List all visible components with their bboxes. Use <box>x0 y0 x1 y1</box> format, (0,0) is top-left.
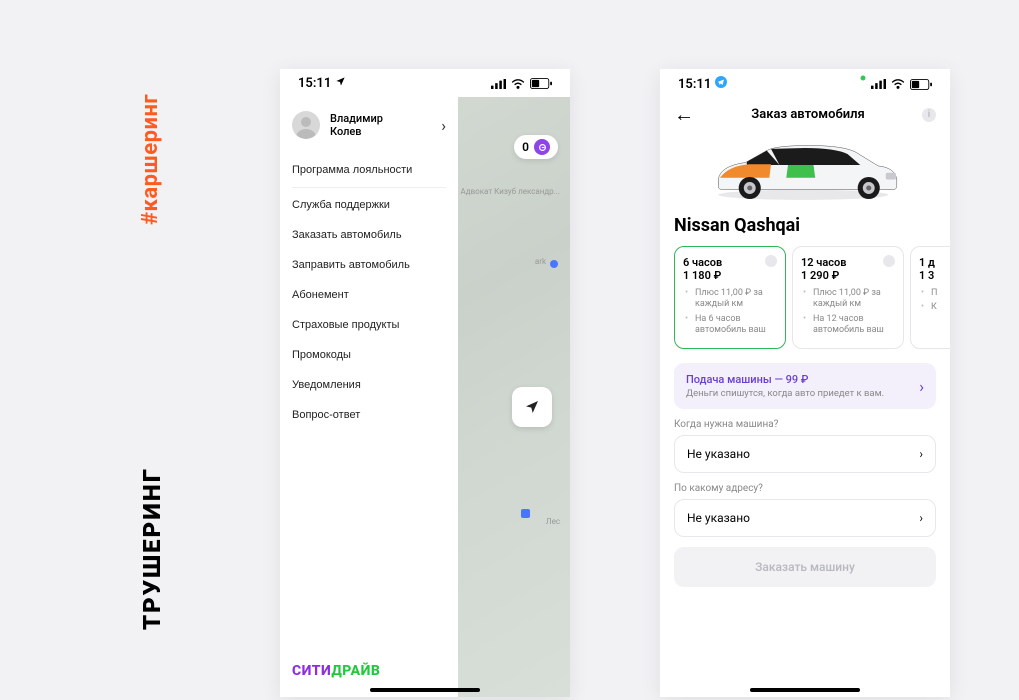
wifi-icon <box>891 79 905 89</box>
signal-icon <box>491 79 506 89</box>
page-title: Заказ автомобиля <box>694 107 922 122</box>
tariff-list[interactable]: 6 часов 1 180 ₽ Плюс 11,00 ₽ за каждый к… <box>660 246 950 349</box>
map-marker <box>550 260 558 268</box>
tariff-detail: Плюс 11,00 ₽ за каждый км <box>691 288 777 311</box>
tariff-price: 1 290 ₽ <box>801 269 895 282</box>
where-label: По какому адресу? <box>660 483 950 499</box>
when-label: Когда нужна машина? <box>660 419 950 435</box>
delivery-option[interactable]: Подача машины — 99 ₽ Деньги спишутся, ко… <box>674 363 936 409</box>
map-marker <box>521 509 530 518</box>
delivery-subtitle: Деньги спишутся, когда авто приедет к ва… <box>686 388 884 399</box>
map-poi-label: ark <box>535 257 546 266</box>
home-indicator <box>370 688 480 692</box>
menu-refuel[interactable]: Заправить автомобиль <box>292 250 446 280</box>
car-image <box>660 133 950 211</box>
tariff-detail: Плюс 11,00 ₽ за каждый км <box>809 288 895 311</box>
map-poi-label: Лес <box>546 517 560 526</box>
menu-drawer: Владимир Колев › Программа лояльности Сл… <box>280 97 458 697</box>
status-time: 15:11 <box>678 77 711 92</box>
home-indicator <box>750 688 860 692</box>
phone-order-screenshot: 15:11 ← Заказ автомобиля i Ni <box>660 69 950 697</box>
topbar: ← Заказ автомобиля i <box>660 96 950 133</box>
menu-support[interactable]: Служба поддержки <box>292 190 446 220</box>
where-value: Не указано <box>687 511 750 525</box>
menu-order-car[interactable]: Заказать автомобиль <box>292 220 446 250</box>
menu-faq[interactable]: Вопрос-ответ <box>292 400 446 430</box>
when-value: Не указано <box>687 447 750 461</box>
tariff-detail: На 6 часов автомобиль ваш <box>691 314 777 337</box>
phone-menu-screenshot: 15:11 Адвокат Кизуб лександр... ark Лес … <box>280 69 570 697</box>
chevron-right-icon: › <box>919 377 924 396</box>
info-icon[interactable] <box>883 255 895 267</box>
info-icon[interactable]: i <box>922 108 936 122</box>
brand-logo: СИТИДРАЙВ <box>292 663 380 679</box>
map-poi-label: Адвокат Кизуб лександр... <box>461 187 560 196</box>
profile-row[interactable]: Владимир Колев › <box>292 105 446 149</box>
tariff-6h[interactable]: 6 часов 1 180 ₽ Плюс 11,00 ₽ за каждый к… <box>674 246 786 349</box>
divider <box>292 187 446 188</box>
brand-label: ТРУШЕРИНГ <box>138 467 166 630</box>
points-badge[interactable]: 0 <box>514 135 558 159</box>
battery-icon <box>530 78 552 89</box>
tariff-label: 6 часов <box>683 256 777 269</box>
wifi-icon <box>511 79 525 89</box>
chevron-right-icon: › <box>441 116 446 135</box>
tariff-detail: П <box>927 288 950 299</box>
tariff-price: 1 3 <box>919 269 950 282</box>
tariff-12h[interactable]: 12 часов 1 290 ₽ Плюс 11,00 ₽ за каждый … <box>792 246 904 349</box>
car-name: Nissan Qashqai <box>660 211 950 246</box>
location-arrow-icon <box>335 76 346 91</box>
avatar <box>292 111 320 139</box>
status-bar: 15:11 <box>660 69 950 96</box>
tariff-detail: На 12 часов автомобиль ваш <box>809 314 895 337</box>
locate-button[interactable] <box>512 387 552 427</box>
when-field[interactable]: Не указано › <box>674 435 936 473</box>
delivery-title: Подача машины — 99 ₽ <box>686 373 884 386</box>
battery-icon <box>910 79 932 90</box>
menu-insurance[interactable]: Страховые продукты <box>292 310 446 340</box>
where-field[interactable]: Не указано › <box>674 499 936 537</box>
tariff-label: 1 д <box>919 256 950 269</box>
points-count: 0 <box>522 140 529 154</box>
chevron-right-icon: › <box>919 447 923 461</box>
profile-name: Владимир Колев <box>330 112 431 138</box>
chevron-right-icon: › <box>919 511 923 525</box>
menu-promocodes[interactable]: Промокоды <box>292 340 446 370</box>
telegram-icon <box>715 76 727 92</box>
privacy-dot <box>860 75 866 81</box>
coin-icon <box>534 139 550 155</box>
navigation-icon <box>524 399 540 415</box>
tariff-label: 12 часов <box>801 256 895 269</box>
info-icon[interactable] <box>765 255 777 267</box>
status-bar: 15:11 <box>280 69 570 95</box>
order-button[interactable]: Заказать машину <box>674 547 936 587</box>
tariff-1d[interactable]: 1 д 1 3 П К <box>910 246 950 349</box>
status-time: 15:11 <box>298 76 331 91</box>
menu-subscription[interactable]: Абонемент <box>292 280 446 310</box>
hashtag-label: #каршеринг <box>138 94 163 225</box>
menu-notifications[interactable]: Уведомления <box>292 370 446 400</box>
signal-icon <box>871 79 886 89</box>
menu-loyalty[interactable]: Программа лояльности <box>292 155 446 185</box>
tariff-detail: К <box>927 302 950 313</box>
back-button[interactable]: ← <box>674 102 694 127</box>
tariff-price: 1 180 ₽ <box>683 269 777 282</box>
